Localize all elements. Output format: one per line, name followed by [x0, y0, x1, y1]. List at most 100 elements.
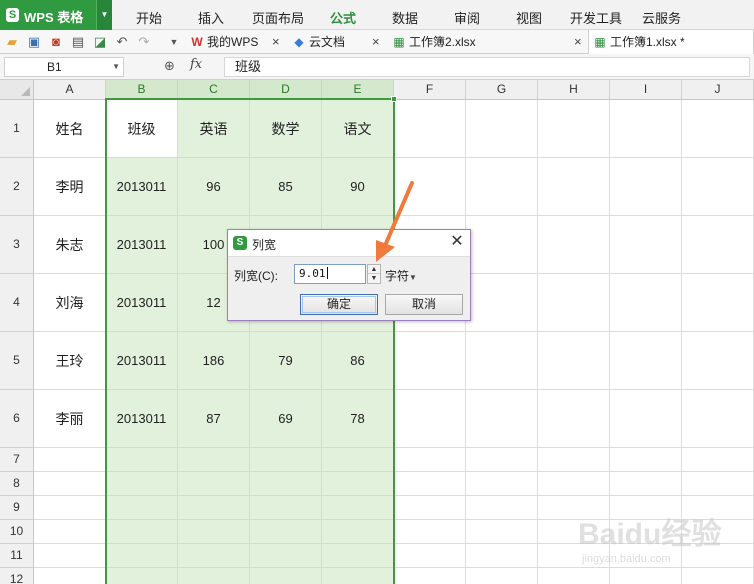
cell-e7[interactable] [322, 448, 394, 472]
cell-h6[interactable] [538, 390, 610, 448]
cell-e1[interactable]: 语文 [322, 100, 394, 158]
cell-j11[interactable] [682, 544, 754, 568]
cell-e5[interactable]: 86 [322, 332, 394, 390]
cell-a5[interactable]: 王玲 [34, 332, 106, 390]
more-tools-chevron-icon[interactable]: ▼ [166, 34, 182, 50]
cell-e11[interactable] [322, 544, 394, 568]
save-icon[interactable]: ▣ [26, 34, 42, 50]
cell-c1[interactable]: 英语 [178, 100, 250, 158]
cell-b2[interactable]: 2013011 [106, 158, 178, 216]
cell-h3[interactable] [538, 216, 610, 274]
cell-b1[interactable]: 班级 [106, 100, 178, 158]
column-header-j[interactable]: J [682, 80, 754, 100]
cell-i7[interactable] [610, 448, 682, 472]
cell-h10[interactable] [538, 520, 610, 544]
cell-j8[interactable] [682, 472, 754, 496]
app-menu-button[interactable]: S WPS 表格 ▼ [0, 0, 112, 30]
cell-a2[interactable]: 李明 [34, 158, 106, 216]
cell-g7[interactable] [466, 448, 538, 472]
cell-e2[interactable]: 90 [322, 158, 394, 216]
cell-j2[interactable] [682, 158, 754, 216]
cell-i9[interactable] [610, 496, 682, 520]
row-header-3[interactable]: 3 [0, 216, 34, 274]
row-header-7[interactable]: 7 [0, 448, 34, 472]
row-header-10[interactable]: 10 [0, 520, 34, 544]
menu-review[interactable]: 审阅 [454, 8, 480, 27]
tab-workbook-2[interactable]: ▦ 工作簿2.xlsx [392, 30, 475, 54]
redo-icon[interactable]: ↷ [136, 34, 152, 50]
cell-g4[interactable] [466, 274, 538, 332]
menu-cloud[interactable]: 云服务 [642, 8, 681, 27]
cell-a4[interactable]: 刘海 [34, 274, 106, 332]
cell-j10[interactable] [682, 520, 754, 544]
cell-h8[interactable] [538, 472, 610, 496]
cell-e6[interactable]: 78 [322, 390, 394, 448]
cell-i11[interactable] [610, 544, 682, 568]
column-width-input[interactable]: 9.01 [294, 264, 366, 284]
cell-d2[interactable]: 85 [250, 158, 322, 216]
cell-c7[interactable] [178, 448, 250, 472]
row-header-5[interactable]: 5 [0, 332, 34, 390]
column-header-c[interactable]: C [178, 80, 250, 100]
cell-g11[interactable] [466, 544, 538, 568]
cell-e12[interactable] [322, 568, 394, 584]
spin-down-icon[interactable]: ▼ [368, 274, 380, 283]
cell-a8[interactable] [34, 472, 106, 496]
cell-d7[interactable] [250, 448, 322, 472]
undo-icon[interactable]: ↶ [114, 34, 130, 50]
cell-j1[interactable] [682, 100, 754, 158]
cell-f6[interactable] [394, 390, 466, 448]
export-pdf-icon[interactable]: ◙ [48, 34, 64, 50]
cell-j7[interactable] [682, 448, 754, 472]
cell-a7[interactable] [34, 448, 106, 472]
row-header-11[interactable]: 11 [0, 544, 34, 568]
cell-i5[interactable] [610, 332, 682, 390]
cell-c6[interactable]: 87 [178, 390, 250, 448]
chevron-down-icon[interactable]: ▼ [96, 0, 112, 30]
cell-j9[interactable] [682, 496, 754, 520]
cell-g2[interactable] [466, 158, 538, 216]
dialog-titlebar[interactable]: S 列宽 ✕ [228, 230, 470, 256]
chevron-down-icon[interactable]: ▼ [112, 58, 120, 76]
row-header-2[interactable]: 2 [0, 158, 34, 216]
row-header-9[interactable]: 9 [0, 496, 34, 520]
cell-f12[interactable] [394, 568, 466, 584]
cell-g6[interactable] [466, 390, 538, 448]
name-box[interactable]: B1 ▼ [4, 57, 124, 77]
cell-i1[interactable] [610, 100, 682, 158]
column-header-f[interactable]: F [394, 80, 466, 100]
zoom-icon[interactable]: ⊕ [164, 58, 175, 74]
cell-a12[interactable] [34, 568, 106, 584]
cell-a1[interactable]: 姓名 [34, 100, 106, 158]
unit-dropdown[interactable]: 字符▼ [385, 267, 417, 284]
cell-j6[interactable] [682, 390, 754, 448]
tab-cloud-docs[interactable]: ◆ 云文档 [292, 30, 345, 54]
tab-workbook-1[interactable]: ▦ 工作簿1.xlsx * [588, 30, 754, 54]
cancel-button[interactable]: 取消 [385, 294, 463, 315]
cell-d12[interactable] [250, 568, 322, 584]
cell-i2[interactable] [610, 158, 682, 216]
close-icon[interactable]: ✕ [448, 233, 466, 251]
cell-f11[interactable] [394, 544, 466, 568]
open-folder-icon[interactable]: ▰ [4, 34, 20, 50]
cell-c9[interactable] [178, 496, 250, 520]
close-icon[interactable]: × [372, 30, 380, 54]
cell-f2[interactable] [394, 158, 466, 216]
cell-d5[interactable]: 79 [250, 332, 322, 390]
menu-view[interactable]: 视图 [516, 8, 542, 27]
cell-g3[interactable] [466, 216, 538, 274]
column-header-e[interactable]: E [322, 80, 394, 100]
row-header-1[interactable]: 1 [0, 100, 34, 158]
cell-h7[interactable] [538, 448, 610, 472]
menu-data[interactable]: 数据 [392, 8, 418, 27]
cell-a3[interactable]: 朱志 [34, 216, 106, 274]
cell-d6[interactable]: 69 [250, 390, 322, 448]
cell-a9[interactable] [34, 496, 106, 520]
print-icon[interactable]: ▤ [70, 34, 86, 50]
cell-e9[interactable] [322, 496, 394, 520]
print-preview-icon[interactable]: ◪ [92, 34, 108, 50]
cell-b6[interactable]: 2013011 [106, 390, 178, 448]
select-all-corner[interactable] [0, 80, 34, 100]
cell-i4[interactable] [610, 274, 682, 332]
row-header-8[interactable]: 8 [0, 472, 34, 496]
